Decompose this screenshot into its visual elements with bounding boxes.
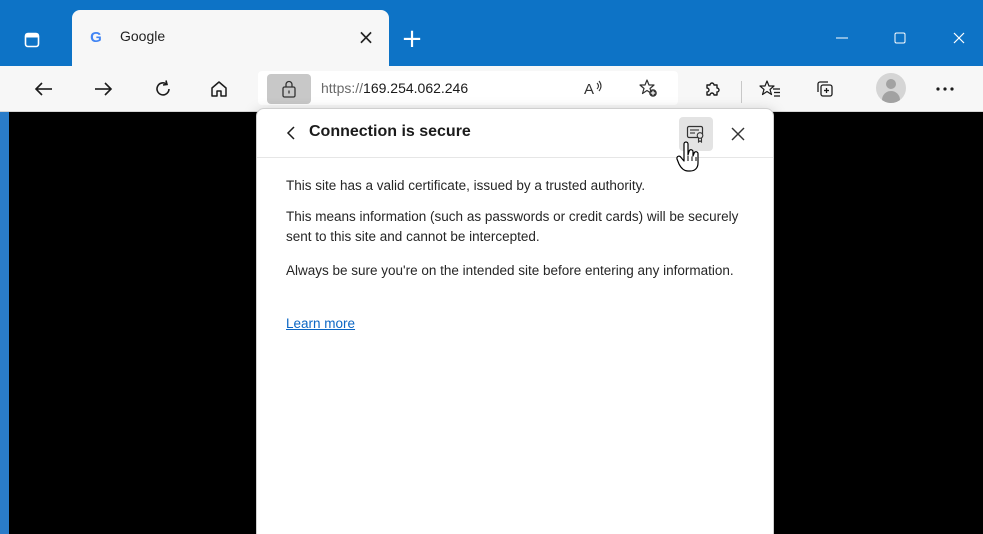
plus-icon[interactable]: +: [400, 25, 424, 53]
toolbar: https://169.254.062.246 A: [0, 66, 983, 112]
close-icon[interactable]: [723, 119, 753, 149]
google-favicon: G: [90, 28, 102, 46]
refresh-icon[interactable]: [146, 72, 180, 106]
page-edge: [0, 112, 9, 534]
maximize-icon[interactable]: [885, 23, 915, 53]
more-icon[interactable]: [928, 72, 962, 106]
favorites-icon[interactable]: [753, 72, 787, 106]
add-favorite-icon[interactable]: [631, 71, 665, 105]
tab-google[interactable]: G Google ×: [72, 10, 389, 66]
hand-cursor-icon: [676, 141, 702, 173]
chevron-left-icon[interactable]: [277, 120, 305, 146]
popup-text-caution: Always be sure you're on the intended si…: [286, 263, 734, 278]
url-text: https://169.254.062.246: [321, 80, 468, 96]
back-arrow-icon[interactable]: [27, 72, 61, 106]
url-scheme: https://: [321, 80, 364, 96]
address-bar[interactable]: https://169.254.062.246 A: [258, 71, 678, 105]
title-bar: G Google × +: [0, 0, 983, 66]
svg-text:A: A: [584, 81, 594, 98]
home-icon[interactable]: [202, 72, 236, 106]
collections-icon[interactable]: [808, 72, 842, 106]
popup-text-secure: This means information (such as password…: [286, 209, 739, 244]
forward-arrow-icon[interactable]: [86, 72, 120, 106]
close-icon[interactable]: ×: [355, 25, 377, 49]
tab-actions-icon[interactable]: [21, 30, 43, 50]
popup-text-certificate: This site has a valid certificate, issue…: [286, 178, 646, 193]
extensions-icon[interactable]: [695, 72, 729, 106]
minimize-icon[interactable]: [827, 23, 857, 53]
lock-icon[interactable]: [267, 74, 311, 104]
read-aloud-icon[interactable]: A: [577, 71, 611, 105]
popup-title: Connection is secure: [309, 123, 471, 140]
toolbar-divider: [741, 81, 742, 103]
close-window-icon[interactable]: [944, 23, 974, 53]
learn-more-link[interactable]: Learn more: [286, 316, 355, 331]
profile-avatar[interactable]: [876, 73, 906, 103]
tab-title: Google: [120, 28, 166, 44]
url-host: 169.254.062.246: [363, 80, 469, 96]
